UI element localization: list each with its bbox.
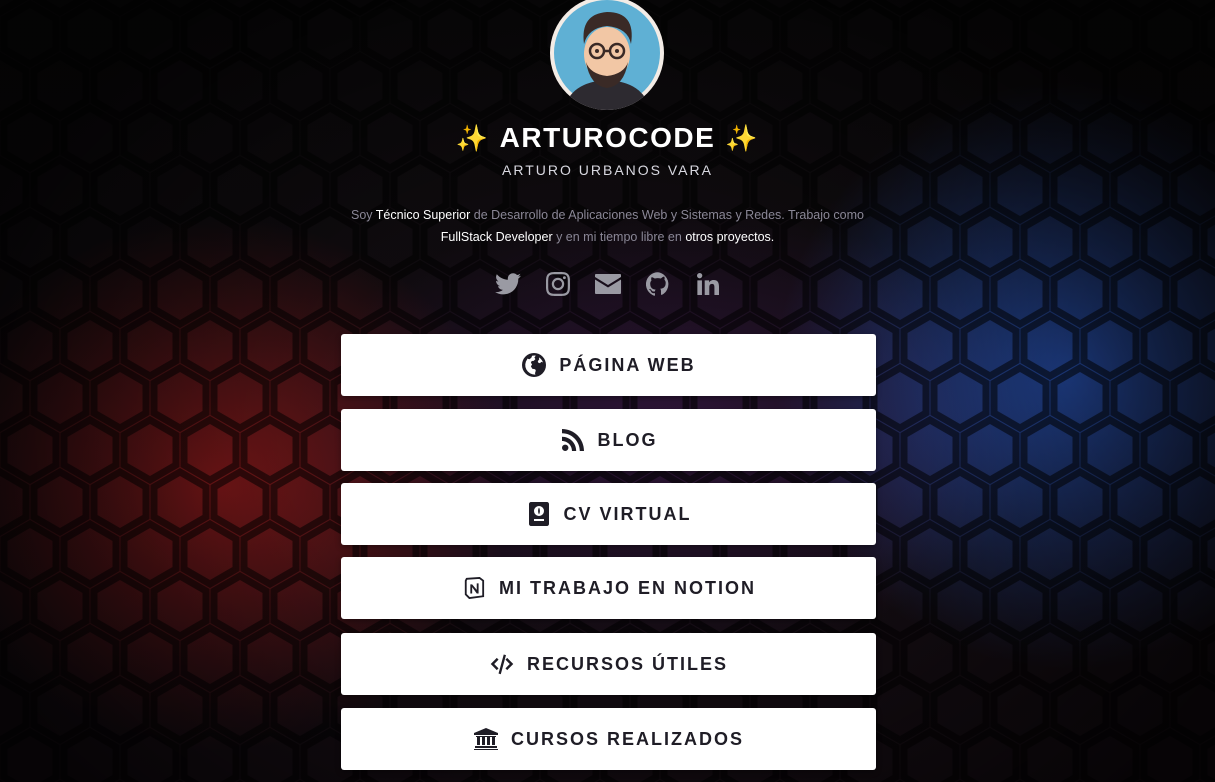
- linkedin-icon[interactable]: [694, 268, 722, 300]
- github-icon[interactable]: [644, 268, 672, 300]
- bio-text: y en mi tiempo libre en: [552, 230, 686, 244]
- twitter-icon[interactable]: [494, 268, 522, 300]
- profile-fullname: ARTURO URBANOS VARA: [502, 162, 713, 178]
- link-button-cursos-realizados[interactable]: CURSOS REALIZADOS: [341, 708, 876, 770]
- bio-highlight: Técnico Superior: [375, 208, 471, 222]
- avatar: [550, 0, 664, 110]
- link-button-notion[interactable]: MI TRABAJO EN NOTION: [341, 557, 876, 619]
- bio-highlight: FullStack Developer: [440, 230, 553, 244]
- profile-name: ARTUROCODE: [499, 122, 716, 153]
- sparkle-icon: ✨: [725, 123, 760, 153]
- sparkle-icon: ✨: [455, 123, 490, 153]
- rss-icon: [560, 427, 586, 453]
- notion-icon: [461, 575, 487, 601]
- linktree-page: ✨ ARTUROCODE ✨ ARTURO URBANOS VARA Soy Téc…: [0, 0, 1215, 782]
- profile-title: ✨ ARTUROCODE ✨: [0, 122, 1215, 154]
- link-button-blog[interactable]: BLOG: [341, 409, 876, 471]
- link-button-recursos-utiles[interactable]: RECURSOS ÚTILES: [341, 633, 876, 695]
- link-label: CV VIRTUAL: [563, 503, 692, 524]
- instagram-icon[interactable]: [544, 268, 572, 300]
- link-button-cv-virtual[interactable]: CV VIRTUAL: [341, 483, 876, 545]
- email-icon[interactable]: [594, 268, 622, 300]
- link-button-pagina-web[interactable]: PÁGINA WEB: [341, 334, 876, 396]
- bio-highlight-link[interactable]: otros proyectos.: [685, 230, 774, 244]
- code-icon: [489, 651, 515, 677]
- bio: Soy Técnico Superior de Desarrollo de Ap…: [340, 204, 875, 248]
- link-label: BLOG: [597, 429, 658, 450]
- bio-text: Soy: [350, 208, 376, 222]
- link-label: RECURSOS ÚTILES: [526, 653, 729, 674]
- passport-icon: [526, 501, 552, 527]
- globe-icon: [521, 352, 547, 378]
- social-links: [0, 268, 1215, 300]
- link-label: MI TRABAJO EN NOTION: [498, 577, 756, 598]
- link-label: CURSOS REALIZADOS: [510, 728, 744, 749]
- university-icon: [473, 726, 499, 752]
- bio-text: de Desarrollo de Aplicaciones Web y Sist…: [470, 208, 864, 222]
- link-label: PÁGINA WEB: [559, 354, 696, 375]
